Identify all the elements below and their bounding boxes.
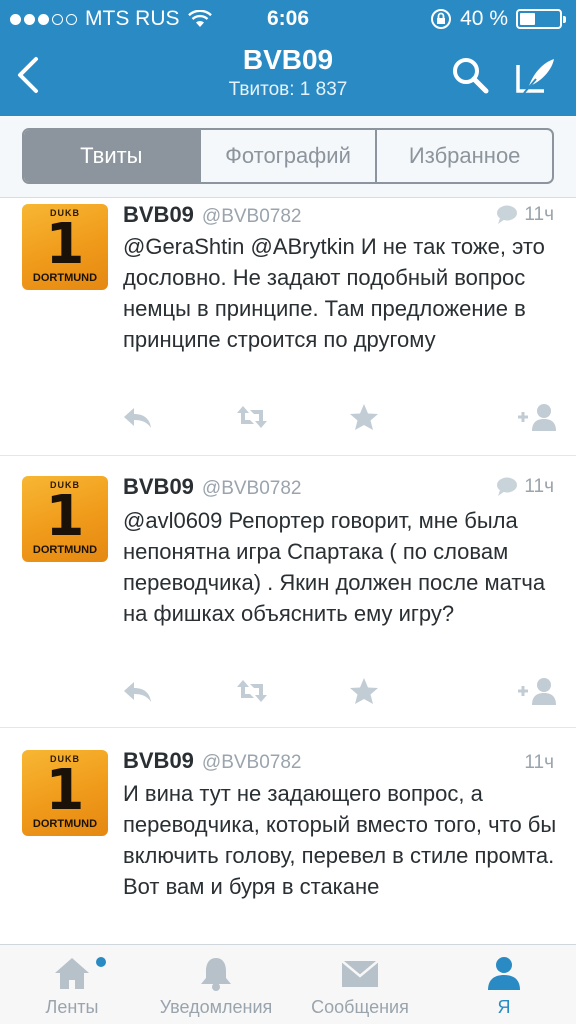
tweet-meta: 11ч: [496, 204, 554, 226]
tweet-author[interactable]: BVB09 @BVB0782: [123, 474, 302, 500]
tweet-meta: 11ч: [524, 752, 554, 774]
conversation-icon: [497, 477, 518, 496]
tweet-time: 11ч: [524, 476, 554, 497]
tab-label: Сообщения: [311, 997, 409, 1017]
retweet-icon[interactable]: [234, 402, 270, 432]
tab-label: Ленты: [45, 997, 99, 1017]
tab-favorites[interactable]: Избранное: [375, 130, 552, 182]
compose-tweet-icon[interactable]: [514, 55, 558, 95]
tweet-item[interactable]: DUKB 1 DORTMUND BVB09 @BVB0782 11ч @GeraS…: [0, 198, 576, 456]
tweet-time: 11ч: [524, 752, 554, 773]
tweet-meta: 11ч: [496, 476, 554, 498]
tab-photos[interactable]: Фотографий: [198, 130, 376, 182]
follow-user-icon[interactable]: [516, 402, 558, 432]
tab-tweets[interactable]: Твиты: [24, 130, 199, 182]
avatar[interactable]: DUKB 1 DORTMUND: [22, 204, 108, 290]
tweet-author[interactable]: BVB09 @BVB0782: [123, 202, 302, 228]
status-bar: MTS RUS 6:06 40 %: [0, 0, 576, 38]
envelope-icon: [341, 960, 379, 987]
conversation-icon: [497, 205, 518, 224]
tab-label: Уведомления: [159, 997, 273, 1017]
tweet-text: @avl0609 Репортер говорит, мне была непо…: [123, 508, 546, 626]
new-content-badge: [96, 957, 106, 967]
tweet-text: @GeraShtin @ABrytkin И не так тоже, это …: [123, 234, 545, 352]
top-header: MTS RUS 6:06 40 % BVB09 Твитов: 1 837: [0, 0, 576, 116]
tab-notifications[interactable]: Уведомления: [144, 945, 288, 1024]
bell-icon: [201, 958, 231, 991]
author-name: BVB09: [123, 474, 194, 499]
favorite-star-icon[interactable]: [346, 676, 382, 706]
rotation-lock-icon: [431, 9, 452, 29]
tweet-text: И вина тут не задающего вопрос, а перево…: [123, 781, 557, 899]
author-handle: @BVB0782: [201, 478, 302, 499]
profile-tabs-bar: Твиты Фотографий Избранное: [0, 116, 576, 198]
search-icon[interactable]: [450, 55, 490, 95]
tweet-time: 11ч: [524, 204, 554, 225]
reply-icon[interactable]: [120, 676, 156, 706]
bottom-tab-bar: Ленты Уведомления Сообщения Я: [0, 944, 576, 1024]
segmented-control: Твиты Фотографий Избранное: [22, 128, 554, 184]
home-icon: [55, 958, 89, 989]
tab-me[interactable]: Я: [432, 945, 576, 1024]
tab-home[interactable]: Ленты: [0, 945, 144, 1024]
author-handle: @BVB0782: [201, 752, 302, 773]
person-icon: [488, 957, 520, 990]
tab-label: Я: [497, 997, 511, 1017]
follow-user-icon[interactable]: [516, 676, 558, 706]
author-name: BVB09: [123, 202, 194, 227]
battery-icon: [516, 9, 566, 29]
reply-icon[interactable]: [120, 402, 156, 432]
retweet-icon[interactable]: [234, 676, 270, 706]
tweet-actions: [0, 676, 576, 710]
tweet-item[interactable]: DUKB 1 DORTMUND BVB09 @BVB0782 11ч @avl06…: [0, 456, 576, 728]
tab-messages[interactable]: Сообщения: [288, 945, 432, 1024]
author-handle: @BVB0782: [201, 206, 302, 227]
tweet-actions: [0, 402, 576, 436]
tweet-item[interactable]: DUKB 1 DORTMUND BVB09 @BVB0782 11ч И вина…: [0, 728, 576, 944]
favorite-star-icon[interactable]: [346, 402, 382, 432]
avatar[interactable]: DUKB 1 DORTMUND: [22, 750, 108, 836]
battery-percent: 40 %: [460, 7, 508, 30]
avatar[interactable]: DUKB 1 DORTMUND: [22, 476, 108, 562]
author-name: BVB09: [123, 748, 194, 773]
tweet-author[interactable]: BVB09 @BVB0782: [123, 748, 302, 774]
